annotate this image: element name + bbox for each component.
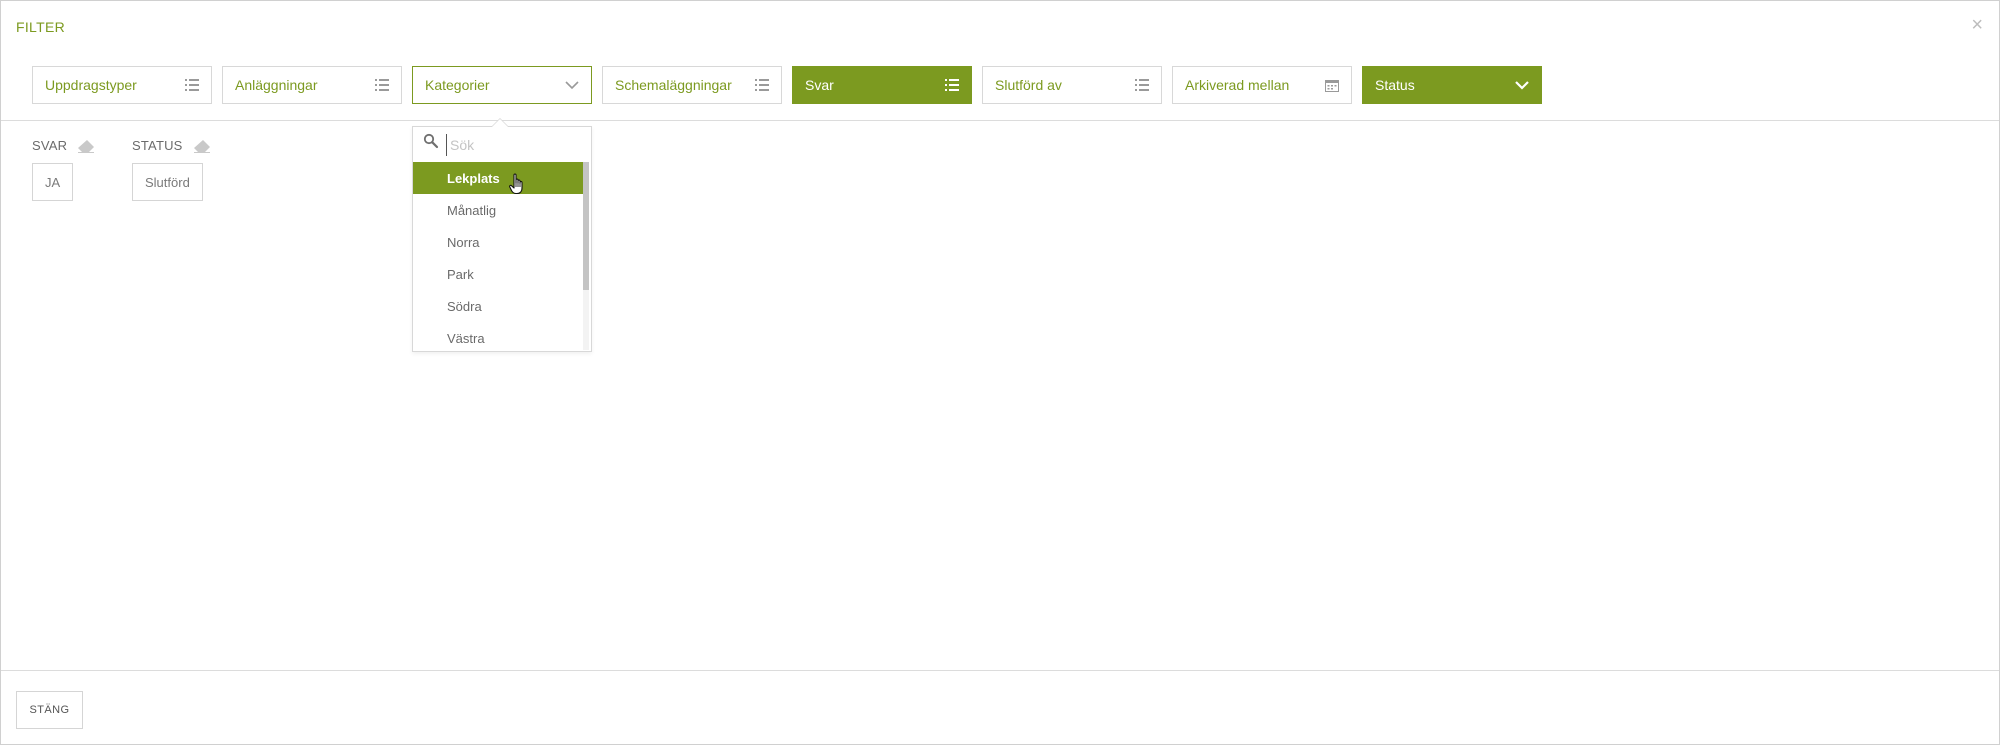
filter-label: Uppdragstyper [45,77,137,93]
chevron-down-icon [1515,80,1529,90]
dropdown-search-input[interactable] [446,134,584,156]
filter-label: Schemaläggningar [615,77,732,93]
filter-label: Anläggningar [235,77,318,93]
applied-filter-label: SVAR [32,138,68,153]
filter-svar-button[interactable]: Svar [792,66,972,104]
option-manatlig[interactable]: Månatlig [413,194,583,226]
list-icon [755,79,769,91]
close-icon[interactable]: × [1971,15,1983,35]
modal-header: FILTER × [1,1,1999,51]
calendar-icon [1325,79,1339,92]
filter-status-button[interactable]: Status [1362,66,1542,104]
eraser-icon[interactable] [193,139,211,153]
filter-kategorier-button[interactable]: Kategorier [412,66,592,104]
filter-anlaggningar-button[interactable]: Anläggningar [222,66,402,104]
list-icon [945,79,959,91]
filter-schemalaggningar-button[interactable]: Schemaläggningar [602,66,782,104]
modal-footer: STÄNG [1,670,1999,746]
applied-filter-label: STATUS [132,138,183,153]
chevron-down-icon [565,80,579,90]
dropdown-caret-inner [492,119,508,127]
filter-label: Kategorier [425,77,490,93]
filter-label: Slutförd av [995,77,1062,93]
filter-label: Arkiverad mellan [1185,77,1290,93]
hand-cursor-icon [509,173,527,200]
filter-bar: Uppdragstyper Anläggningar Kategorier Sc… [1,51,1999,121]
filter-modal: FILTER × Uppdragstyper Anläggningar Kate… [0,0,2000,745]
dropdown-options: Lekplats Månatlig Norra Park Södra Västr… [413,162,583,350]
close-button[interactable]: STÄNG [16,691,83,729]
dropdown-search [413,127,591,161]
kategorier-dropdown: Lekplats Månatlig Norra Park Södra Västr… [412,118,592,352]
eraser-icon[interactable] [77,139,95,153]
option-lekplats[interactable]: Lekplats [413,162,583,194]
applied-filter-value: JA [32,163,74,201]
option-sodra[interactable]: Södra [413,290,583,322]
applied-filter-svar: SVAR JA [32,138,95,201]
applied-filter-value: Slutförd [132,163,203,201]
list-icon [1135,79,1149,91]
dropdown-scrollbar-thumb[interactable] [583,162,589,290]
list-icon [185,79,199,91]
option-vastra[interactable]: Västra [413,322,583,350]
filter-arkiverad-mellan-button[interactable]: Arkiverad mellan [1172,66,1352,104]
filter-slutford-av-button[interactable]: Slutförd av [982,66,1162,104]
list-icon [375,79,389,91]
applied-filter-status: STATUS Slutförd [132,138,211,201]
filter-uppdragstyper-button[interactable]: Uppdragstyper [32,66,212,104]
search-icon [423,133,439,154]
modal-title: FILTER [16,19,65,35]
filter-label: Status [1375,77,1415,93]
filter-label: Svar [805,77,834,93]
option-park[interactable]: Park [413,258,583,290]
option-norra[interactable]: Norra [413,226,583,258]
